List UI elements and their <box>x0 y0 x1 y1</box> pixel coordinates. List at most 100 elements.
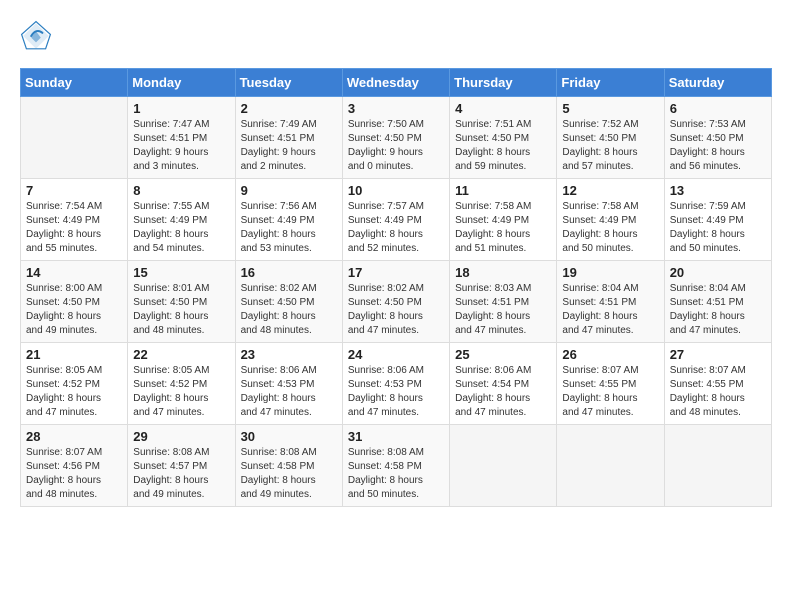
day-info: Sunrise: 8:06 AMSunset: 4:54 PMDaylight:… <box>455 364 551 420</box>
calendar-cell: 24Sunrise: 8:06 AMSunset: 4:53 PMDayligh… <box>342 343 449 425</box>
page-header <box>20 20 772 52</box>
logo-icon <box>20 20 52 52</box>
day-number: 4 <box>455 101 551 116</box>
day-number: 18 <box>455 265 551 280</box>
weekday-header-wednesday: Wednesday <box>342 69 449 97</box>
day-number: 21 <box>26 347 122 362</box>
calendar-cell: 28 Sunrise: 8:07 AMSunset: 4:56 PMDayligh… <box>21 425 128 507</box>
day-number: 8 <box>133 183 229 198</box>
calendar-cell: 30 Sunrise: 8:08 AMSunset: 4:58 PMDayligh… <box>235 425 342 507</box>
day-info: Sunrise: 8:01 AMSunset: 4:50 PMDaylight:… <box>133 282 229 338</box>
day-number: 25 <box>455 347 551 362</box>
week-row-1: 1 Sunrise: 7:47 AMSunset: 4:51 PMDaylight… <box>21 97 772 179</box>
day-number: 1 <box>133 101 229 116</box>
day-number: 17 <box>348 265 444 280</box>
weekday-header-sunday: Sunday <box>21 69 128 97</box>
day-info: Sunrise: 8:07 AMSunset: 4:55 PMDaylight:… <box>670 364 766 420</box>
day-info: Sunrise: 8:05 AMSunset: 4:52 PMDaylight:… <box>26 364 122 420</box>
day-number: 28 <box>26 429 122 444</box>
day-info: Sunrise: 7:54 AMSunset: 4:49 PMDaylight:… <box>26 200 122 256</box>
week-row-5: 28 Sunrise: 8:07 AMSunset: 4:56 PMDayligh… <box>21 425 772 507</box>
day-number: 10 <box>348 183 444 198</box>
weekday-header-saturday: Saturday <box>664 69 771 97</box>
day-info: Sunrise: 8:03 AMSunset: 4:51 PMDaylight:… <box>455 282 551 338</box>
day-number: 3 <box>348 101 444 116</box>
calendar-cell: 20 Sunrise: 8:04 AMSunset: 4:51 PMDayligh… <box>664 261 771 343</box>
day-info: Sunrise: 7:50 AMSunset: 4:50 PMDaylight:… <box>348 118 444 174</box>
calendar-cell: 29 Sunrise: 8:08 AMSunset: 4:57 PMDayligh… <box>128 425 235 507</box>
day-number: 13 <box>670 183 766 198</box>
day-number: 20 <box>670 265 766 280</box>
weekday-header-thursday: Thursday <box>450 69 557 97</box>
day-info: Sunrise: 7:59 AMSunset: 4:49 PMDaylight:… <box>670 200 766 256</box>
calendar-cell: 15 Sunrise: 8:01 AMSunset: 4:50 PMDayligh… <box>128 261 235 343</box>
calendar-cell: 21 Sunrise: 8:05 AMSunset: 4:52 PMDayligh… <box>21 343 128 425</box>
calendar-cell: 25 Sunrise: 8:06 AMSunset: 4:54 PMDayligh… <box>450 343 557 425</box>
day-number: 16 <box>241 265 337 280</box>
day-number: 5 <box>562 101 658 116</box>
week-row-2: 7 Sunrise: 7:54 AMSunset: 4:49 PMDaylight… <box>21 179 772 261</box>
calendar-cell: 12 Sunrise: 7:58 AMSunset: 4:49 PMDayligh… <box>557 179 664 261</box>
day-info: Sunrise: 7:57 AMSunset: 4:49 PMDaylight:… <box>348 200 444 256</box>
day-info: Sunrise: 8:07 AMSunset: 4:55 PMDaylight:… <box>562 364 658 420</box>
calendar-cell: 17 Sunrise: 8:02 AMSunset: 4:50 PMDayligh… <box>342 261 449 343</box>
day-info: Sunrise: 8:02 AMSunset: 4:50 PMDaylight:… <box>241 282 337 338</box>
calendar-cell: 18 Sunrise: 8:03 AMSunset: 4:51 PMDayligh… <box>450 261 557 343</box>
day-number: 7 <box>26 183 122 198</box>
day-info: Sunrise: 8:04 AMSunset: 4:51 PMDaylight:… <box>670 282 766 338</box>
day-number: 31 <box>348 429 444 444</box>
week-row-4: 21 Sunrise: 8:05 AMSunset: 4:52 PMDayligh… <box>21 343 772 425</box>
day-number: 26 <box>562 347 658 362</box>
calendar-cell <box>664 425 771 507</box>
logo <box>20 20 58 52</box>
day-info: Sunrise: 7:56 AMSunset: 4:49 PMDaylight:… <box>241 200 337 256</box>
day-info: Sunrise: 7:49 AMSunset: 4:51 PMDaylight:… <box>241 118 337 174</box>
day-number: 30 <box>241 429 337 444</box>
calendar-cell: 19Sunrise: 8:04 AMSunset: 4:51 PMDayligh… <box>557 261 664 343</box>
calendar-cell: 11 Sunrise: 7:58 AMSunset: 4:49 PMDayligh… <box>450 179 557 261</box>
calendar-cell: 8 Sunrise: 7:55 AMSunset: 4:49 PMDaylight… <box>128 179 235 261</box>
calendar-cell: 22 Sunrise: 8:05 AMSunset: 4:52 PMDayligh… <box>128 343 235 425</box>
calendar-cell: 13 Sunrise: 7:59 AMSunset: 4:49 PMDayligh… <box>664 179 771 261</box>
day-info: Sunrise: 8:02 AMSunset: 4:50 PMDaylight:… <box>348 282 444 338</box>
day-info: Sunrise: 7:58 AMSunset: 4:49 PMDaylight:… <box>455 200 551 256</box>
day-info: Sunrise: 7:52 AMSunset: 4:50 PMDaylight:… <box>562 118 658 174</box>
calendar-cell: 4 Sunrise: 7:51 AMSunset: 4:50 PMDaylight… <box>450 97 557 179</box>
calendar-cell: 9 Sunrise: 7:56 AMSunset: 4:49 PMDaylight… <box>235 179 342 261</box>
day-number: 24 <box>348 347 444 362</box>
calendar-cell: 26 Sunrise: 8:07 AMSunset: 4:55 PMDayligh… <box>557 343 664 425</box>
weekday-header-tuesday: Tuesday <box>235 69 342 97</box>
calendar-cell: 10 Sunrise: 7:57 AMSunset: 4:49 PMDayligh… <box>342 179 449 261</box>
day-number: 29 <box>133 429 229 444</box>
week-row-3: 14Sunrise: 8:00 AMSunset: 4:50 PMDayligh… <box>21 261 772 343</box>
day-info: Sunrise: 8:08 AMSunset: 4:57 PMDaylight:… <box>133 446 229 502</box>
calendar-cell: 6Sunrise: 7:53 AMSunset: 4:50 PMDaylight… <box>664 97 771 179</box>
day-number: 11 <box>455 183 551 198</box>
day-info: Sunrise: 7:58 AMSunset: 4:49 PMDaylight:… <box>562 200 658 256</box>
day-info: Sunrise: 8:08 AMSunset: 4:58 PMDaylight:… <box>241 446 337 502</box>
day-number: 19 <box>562 265 658 280</box>
calendar-cell: 7 Sunrise: 7:54 AMSunset: 4:49 PMDaylight… <box>21 179 128 261</box>
day-number: 22 <box>133 347 229 362</box>
day-number: 9 <box>241 183 337 198</box>
calendar-cell: 23Sunrise: 8:06 AMSunset: 4:53 PMDayligh… <box>235 343 342 425</box>
calendar-cell: 14Sunrise: 8:00 AMSunset: 4:50 PMDayligh… <box>21 261 128 343</box>
day-number: 12 <box>562 183 658 198</box>
day-number: 27 <box>670 347 766 362</box>
day-number: 15 <box>133 265 229 280</box>
calendar-cell <box>21 97 128 179</box>
calendar-cell: 2Sunrise: 7:49 AMSunset: 4:51 PMDaylight… <box>235 97 342 179</box>
calendar-cell: 3 Sunrise: 7:50 AMSunset: 4:50 PMDaylight… <box>342 97 449 179</box>
day-info: Sunrise: 8:07 AMSunset: 4:56 PMDaylight:… <box>26 446 122 502</box>
day-info: Sunrise: 7:55 AMSunset: 4:49 PMDaylight:… <box>133 200 229 256</box>
calendar-table: SundayMondayTuesdayWednesdayThursdayFrid… <box>20 68 772 507</box>
day-number: 6 <box>670 101 766 116</box>
day-info: Sunrise: 7:47 AMSunset: 4:51 PMDaylight:… <box>133 118 229 174</box>
calendar-cell <box>450 425 557 507</box>
day-info: Sunrise: 8:05 AMSunset: 4:52 PMDaylight:… <box>133 364 229 420</box>
day-info: Sunrise: 7:51 AMSunset: 4:50 PMDaylight:… <box>455 118 551 174</box>
calendar-cell <box>557 425 664 507</box>
weekday-header-monday: Monday <box>128 69 235 97</box>
weekday-header-row: SundayMondayTuesdayWednesdayThursdayFrid… <box>21 69 772 97</box>
calendar-cell: 31Sunrise: 8:08 AMSunset: 4:58 PMDayligh… <box>342 425 449 507</box>
